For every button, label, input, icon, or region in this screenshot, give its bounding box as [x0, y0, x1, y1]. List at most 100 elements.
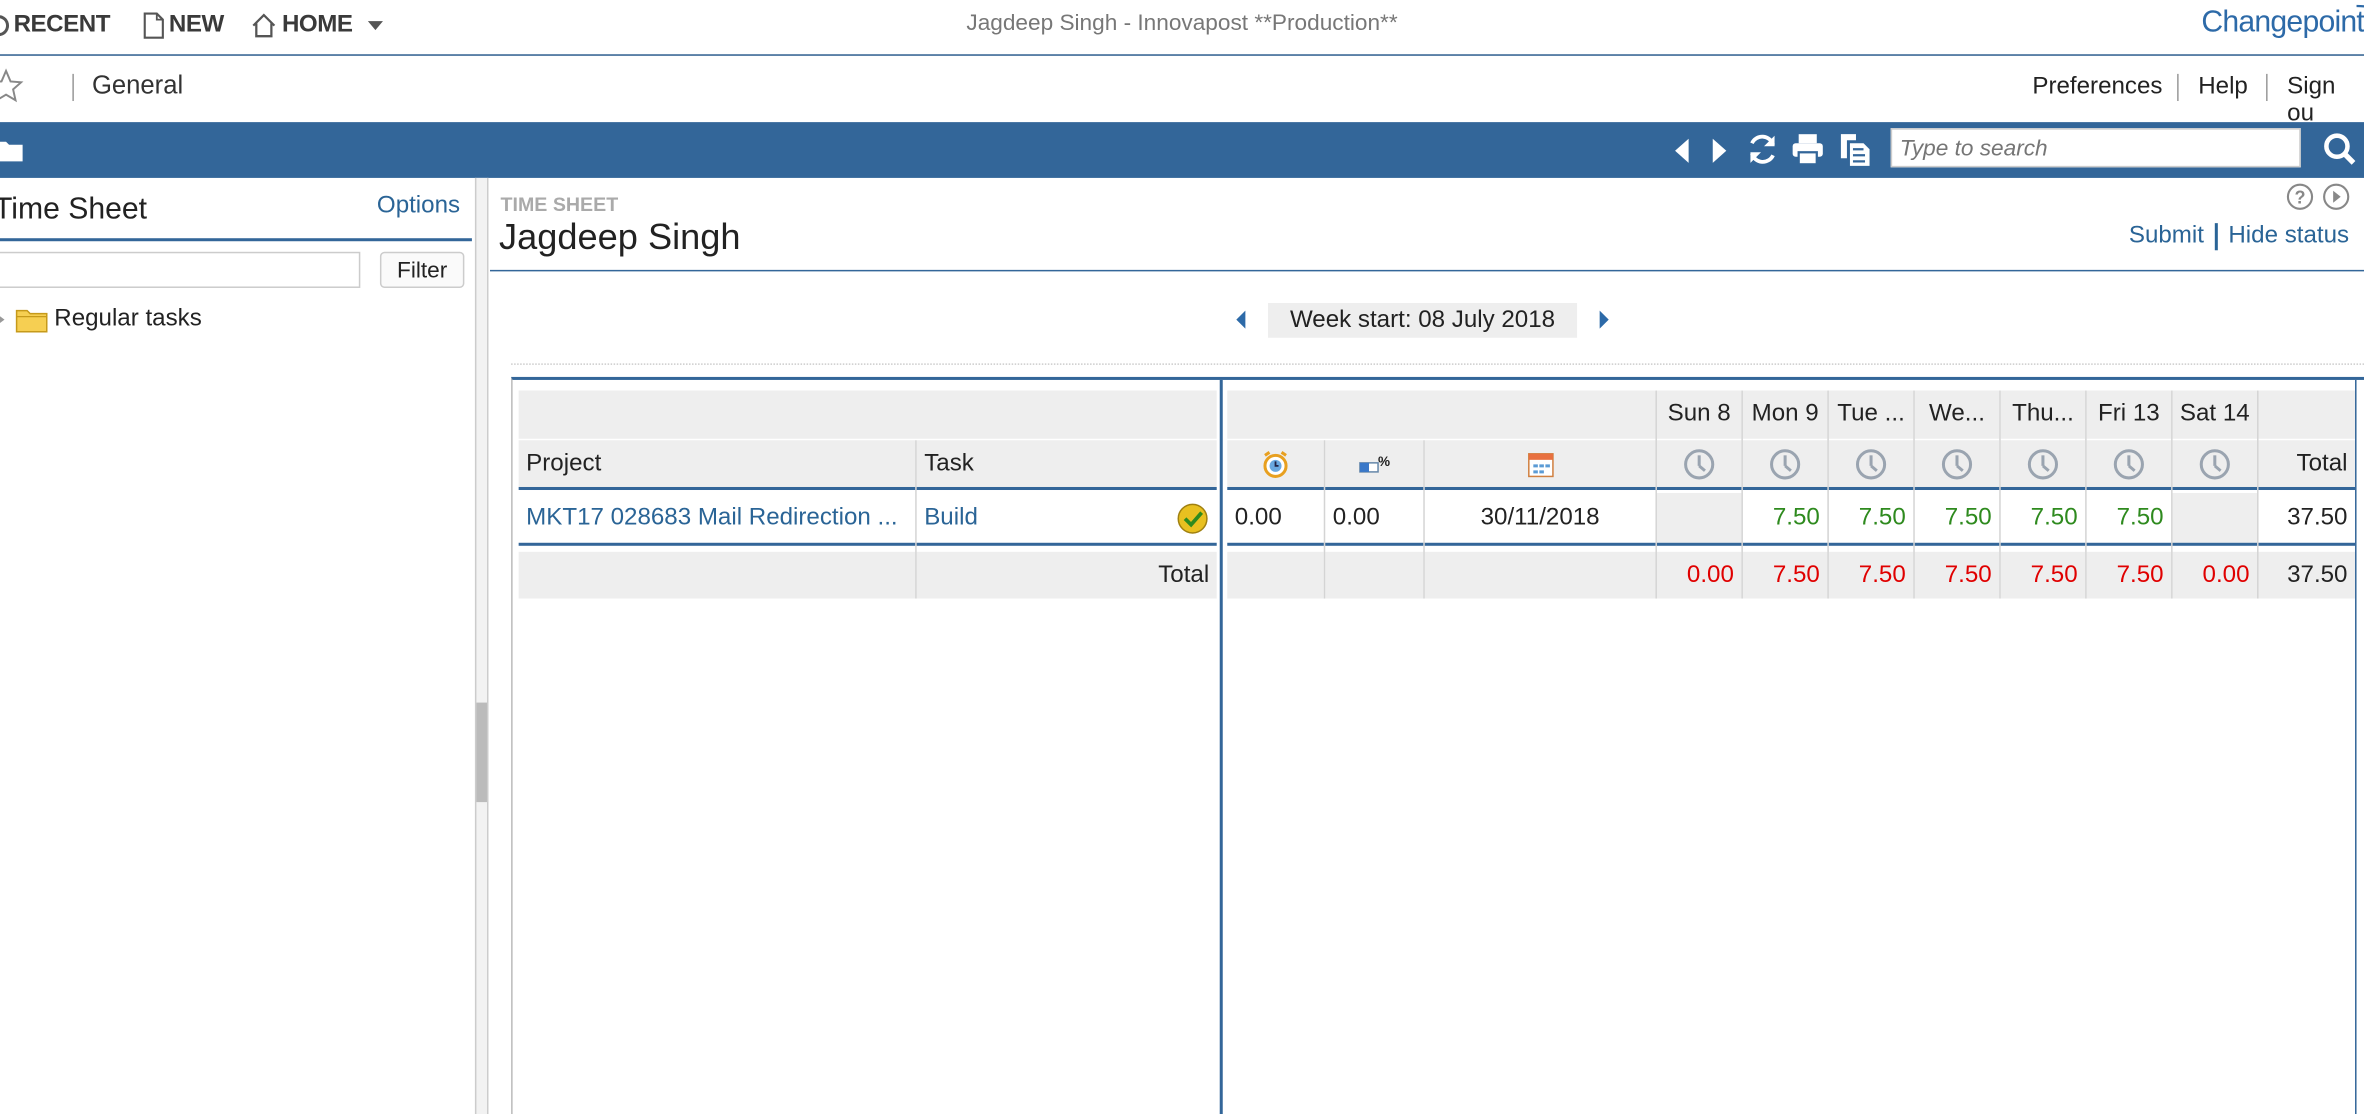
folder-icon — [15, 309, 48, 333]
wed-clock-cell[interactable] — [1914, 440, 2000, 487]
column-header-thu[interactable]: Thu... — [2000, 390, 2086, 439]
grid-line — [1423, 440, 1425, 599]
task-link[interactable]: Build — [917, 493, 1158, 543]
top-bar: RECENT NEW HOME Jagdeep Singh - Innovapo… — [0, 0, 2364, 56]
progress-percent-icon: % — [1358, 453, 1389, 472]
column-header-project[interactable]: Project — [518, 440, 916, 487]
logo-swoosh-icon — [2356, 4, 2364, 8]
recent-menu[interactable]: RECENT — [0, 12, 110, 39]
submit-link[interactable]: Submit — [2129, 223, 2204, 250]
expand-panel-icon[interactable] — [2322, 182, 2351, 211]
tree-item-regular-tasks[interactable]: Regular tasks — [0, 303, 202, 336]
clock-icon — [1770, 448, 1801, 479]
column-header-tue[interactable]: Tue ... — [1828, 390, 1914, 439]
column-header-mon[interactable]: Mon 9 — [1742, 390, 1828, 439]
filter-input[interactable] — [0, 251, 361, 288]
wed-total-cell: 7.50 — [1914, 551, 2000, 599]
grid-border — [2355, 379, 2357, 1114]
clock-icon — [2027, 448, 2059, 479]
divider — [2266, 73, 2268, 102]
column-header-fri[interactable]: Fri 13 — [2086, 390, 2172, 439]
page-title: Jagdeep Singh — [499, 217, 741, 258]
search-icon[interactable] — [2322, 131, 2358, 167]
tue-clock-cell[interactable] — [1828, 440, 1914, 487]
header-rule — [1227, 486, 2356, 491]
sat-clock-cell[interactable] — [2172, 440, 2258, 487]
row-rule — [1227, 542, 2356, 546]
frozen-divider — [1219, 379, 1223, 1114]
column-header-task[interactable]: Task — [916, 440, 1217, 487]
expand-arrow-icon[interactable] — [0, 312, 9, 327]
mon-hours-cell[interactable]: 7.50 — [1743, 493, 1827, 543]
thu-total-cell: 7.50 — [2000, 551, 2086, 599]
totals-spacer — [1325, 551, 1424, 599]
home-icon — [252, 13, 276, 38]
grid-line — [1827, 390, 1829, 599]
sun-clock-cell[interactable] — [1656, 440, 1742, 487]
main-toolbar — [0, 122, 2364, 178]
project-link[interactable]: MKT17 028683 Mail Redirection ... — [519, 493, 916, 543]
sat-total-cell: 0.00 — [2172, 551, 2258, 599]
header-spacer — [518, 390, 1217, 439]
grid-line — [1913, 390, 1915, 599]
tue-total-cell: 7.50 — [1828, 551, 1914, 599]
panel-splitter[interactable] — [474, 177, 489, 1114]
tree-item-label: Regular tasks — [54, 306, 202, 332]
percent-complete-cell[interactable]: 0.00 — [1325, 493, 1423, 543]
breadcrumb: General — [91, 70, 184, 100]
due-date-cell[interactable]: 30/11/2018 — [1425, 493, 1656, 543]
grid-line — [2085, 390, 2087, 599]
actual-hours-cell[interactable]: 0.00 — [1227, 493, 1323, 543]
sun-hours-cell[interactable] — [1656, 493, 1742, 543]
preferences-link[interactable]: Preferences — [2032, 74, 2162, 101]
back-icon[interactable] — [1671, 136, 1692, 166]
column-header-sun[interactable]: Sun 8 — [1656, 390, 1742, 439]
totals-spacer — [1424, 551, 1656, 599]
fri-hours-cell[interactable]: 7.50 — [2087, 493, 2171, 543]
actual-hours-column[interactable] — [1227, 440, 1324, 487]
percent-complete-column[interactable]: % — [1325, 440, 1424, 487]
hide-status-link[interactable]: Hide status — [2228, 223, 2349, 250]
home-menu[interactable]: HOME — [250, 12, 384, 39]
row-total-cell: 37.50 — [2287, 504, 2348, 530]
chevron-down-icon[interactable] — [366, 18, 384, 33]
splitter-grip[interactable] — [476, 702, 487, 803]
header-spacer — [2258, 390, 2356, 439]
thu-clock-cell[interactable] — [2000, 440, 2086, 487]
previous-week-icon[interactable] — [1233, 308, 1248, 332]
grid-line — [2171, 390, 2173, 599]
approved-status-icon[interactable] — [1176, 502, 1209, 535]
folder-icon[interactable] — [0, 137, 24, 163]
column-header-sat[interactable]: Sat 14 — [2172, 390, 2258, 439]
filter-button[interactable]: Filter — [379, 251, 465, 288]
new-document-icon — [143, 12, 164, 39]
grid-line — [1999, 390, 2001, 599]
print-icon[interactable] — [1791, 133, 1824, 166]
column-header-wed[interactable]: We... — [1914, 390, 2000, 439]
copy-icon[interactable] — [1838, 131, 1874, 167]
new-menu[interactable]: NEW — [143, 12, 224, 39]
options-link[interactable]: Options — [377, 193, 460, 220]
grid-line — [1741, 390, 1743, 599]
thu-hours-cell[interactable]: 7.50 — [2001, 493, 2085, 543]
tue-hours-cell[interactable]: 7.50 — [1829, 493, 1913, 543]
refresh-icon[interactable] — [1746, 133, 1779, 166]
help-link[interactable]: Help — [2198, 74, 2248, 101]
divider — [2214, 223, 2218, 251]
fri-clock-cell[interactable] — [2086, 440, 2172, 487]
forward-icon[interactable] — [1710, 136, 1731, 166]
recent-icon — [0, 15, 10, 37]
next-week-icon[interactable] — [1597, 308, 1612, 332]
sat-hours-cell[interactable] — [2172, 493, 2258, 543]
column-header-total[interactable]: Total — [2258, 440, 2356, 487]
clock-icon — [1941, 448, 1973, 479]
help-icon[interactable]: ? — [2286, 182, 2315, 211]
due-date-column[interactable] — [1424, 440, 1656, 487]
search-input[interactable] — [1890, 128, 2301, 168]
wed-hours-cell[interactable]: 7.50 — [1915, 493, 1999, 543]
star-icon[interactable] — [0, 68, 24, 104]
mon-clock-cell[interactable] — [1742, 440, 1828, 487]
calendar-icon — [1527, 452, 1553, 477]
sign-out-link[interactable]: Sign ou — [2287, 74, 2364, 128]
fri-total-cell: 7.50 — [2086, 551, 2172, 599]
